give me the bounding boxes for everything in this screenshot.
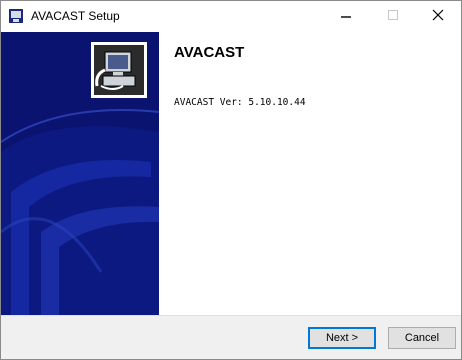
setup-window: AVACAST Setup AVACAST AVACAST Ver: 5.10.… <box>0 0 462 360</box>
page-title: AVACAST <box>174 44 245 61</box>
window-title: AVACAST Setup <box>31 9 120 23</box>
close-button[interactable] <box>415 1 461 32</box>
version-text: AVACAST Ver: 5.10.10.44 <box>174 97 306 108</box>
wizard-footer: Next > Cancel <box>1 315 461 359</box>
installer-icon <box>8 8 24 24</box>
cancel-button[interactable]: Cancel <box>388 327 456 349</box>
title-bar[interactable]: AVACAST Setup <box>1 1 461 32</box>
close-icon <box>432 9 444 25</box>
minimize-button[interactable] <box>323 1 369 32</box>
minimize-icon <box>340 9 352 25</box>
wizard-sidebar-banner <box>1 32 159 315</box>
next-button[interactable]: Next > <box>308 327 376 349</box>
maximize-button[interactable] <box>370 1 416 32</box>
computer-install-icon <box>91 42 147 98</box>
wizard-content: AVACAST AVACAST Ver: 5.10.10.44 <box>1 32 461 315</box>
maximize-icon <box>387 9 399 25</box>
